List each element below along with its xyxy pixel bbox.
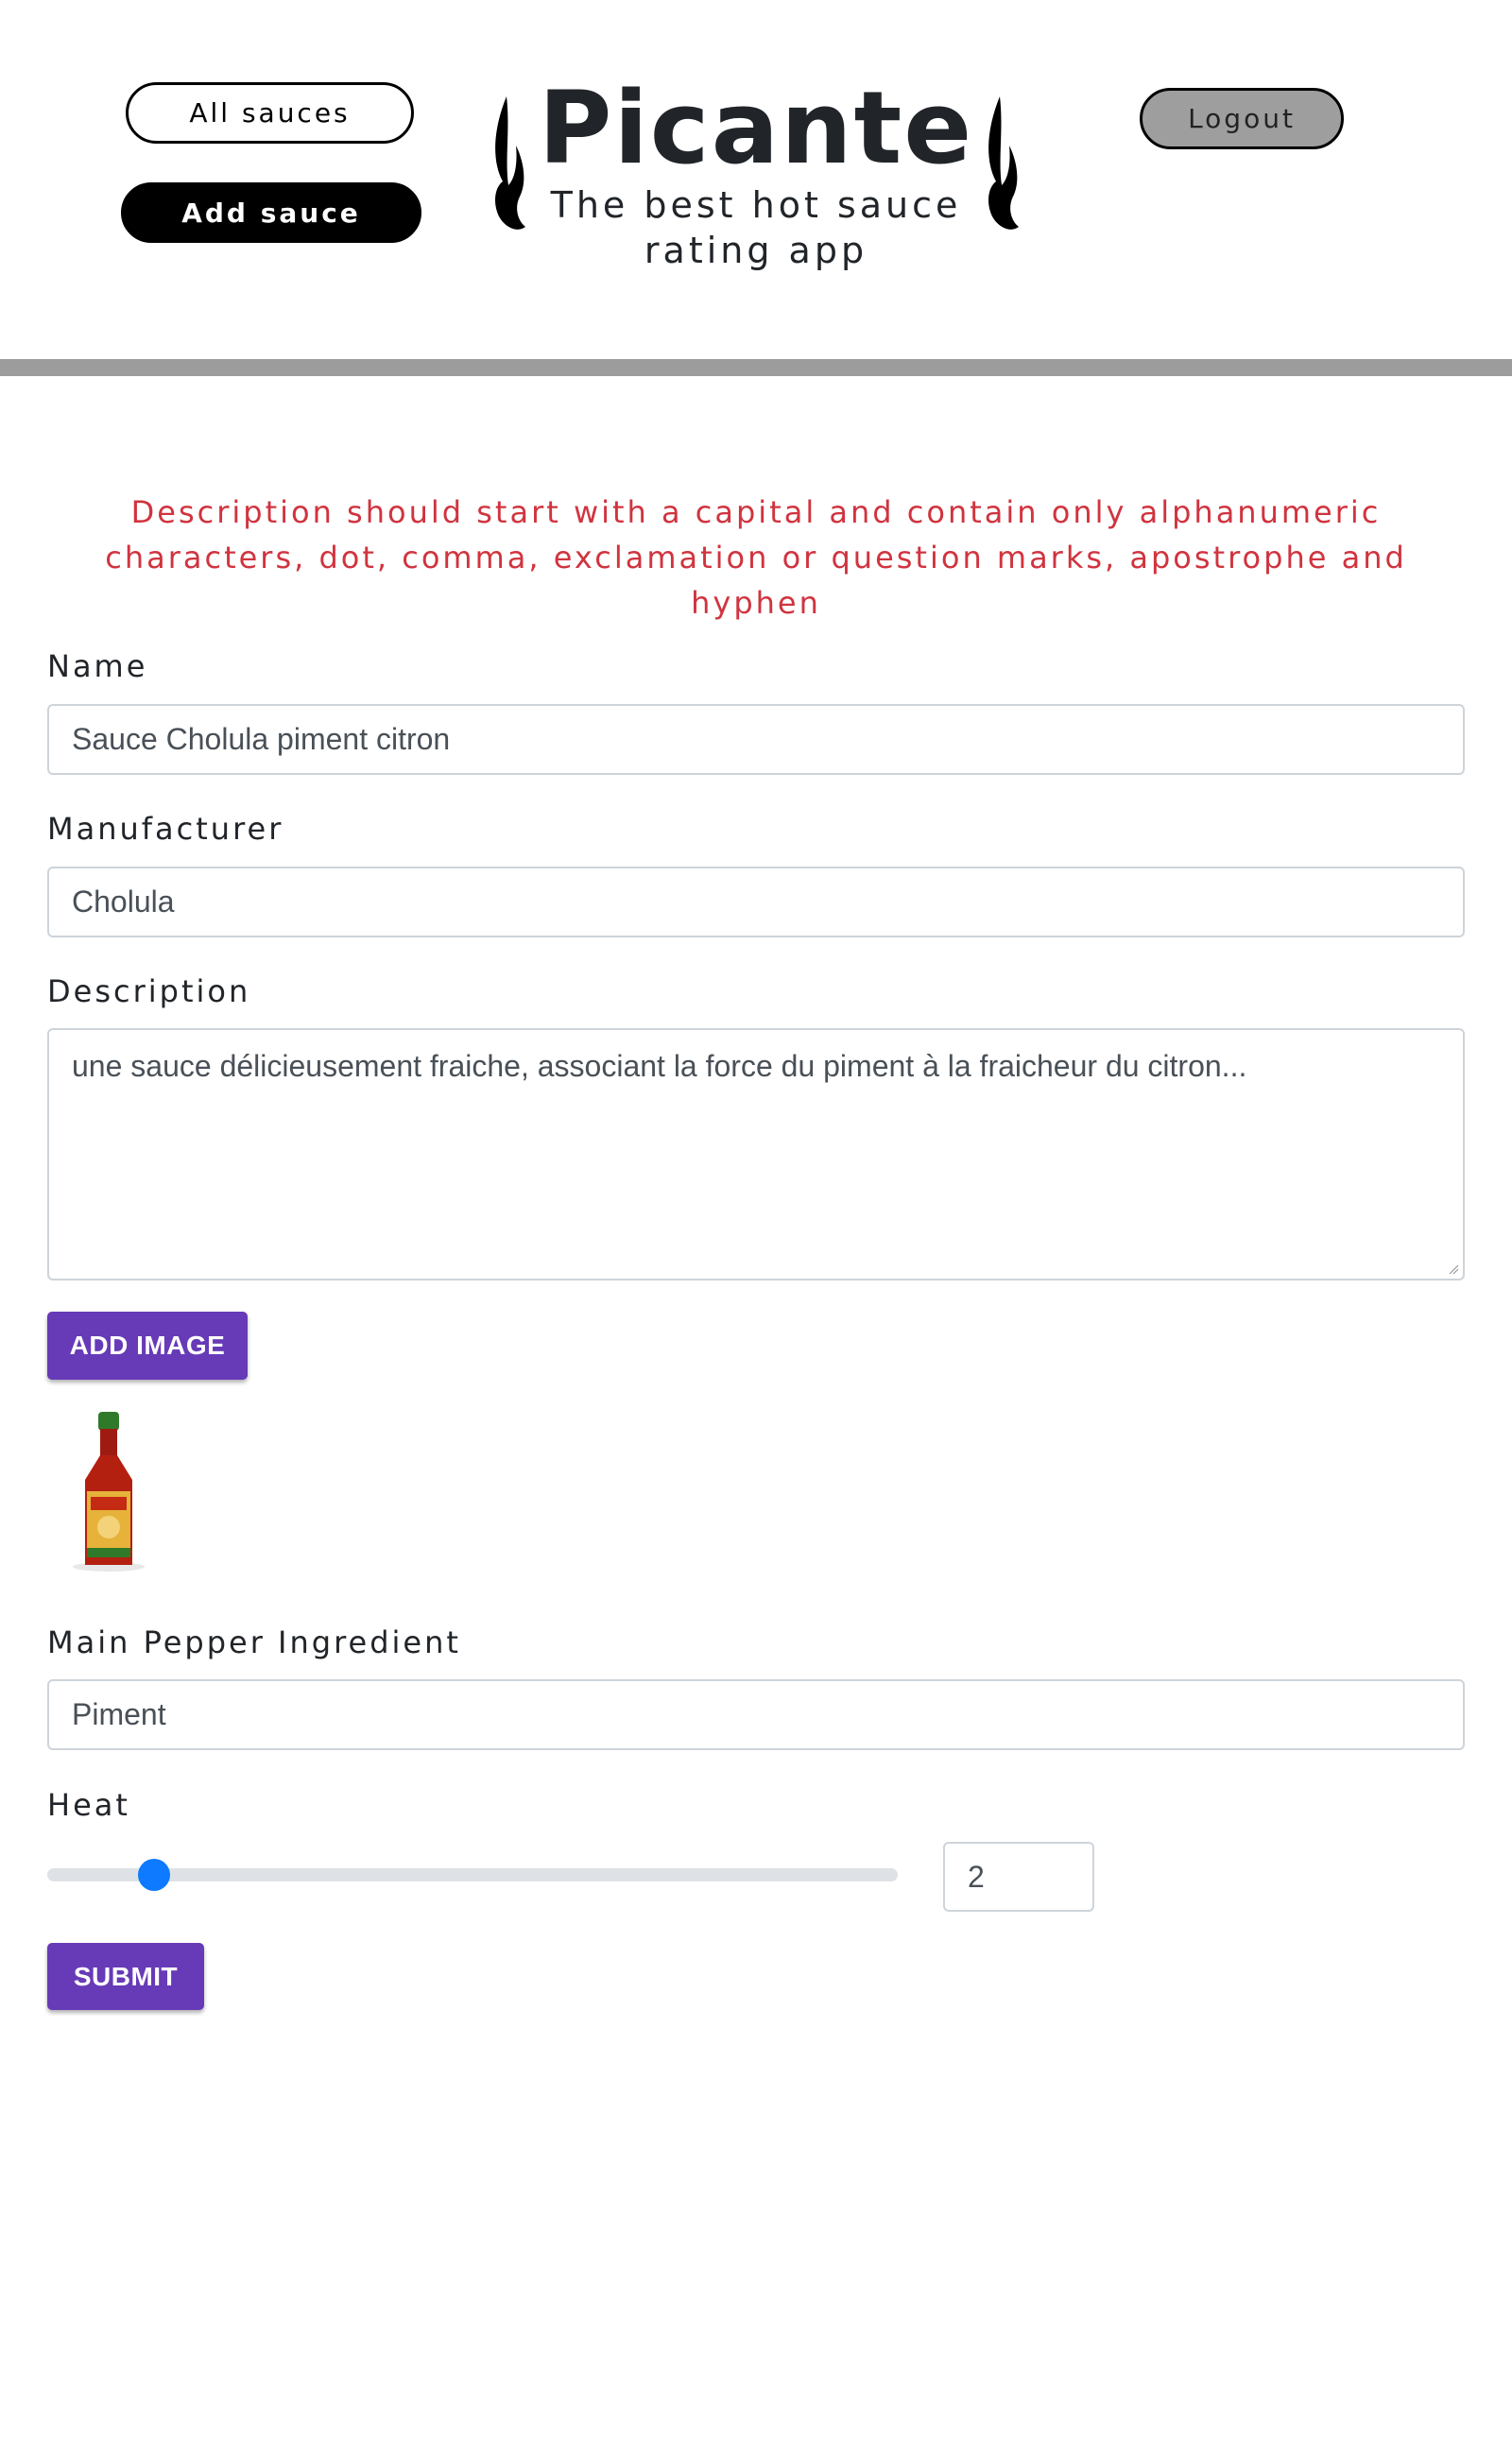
main-pepper-input[interactable]: Piment bbox=[47, 1679, 1465, 1750]
add-image-button[interactable]: ADD IMAGE bbox=[47, 1312, 248, 1380]
heat-number-input[interactable]: 2 bbox=[943, 1842, 1094, 1912]
description-textarea[interactable]: une sauce délicieusement fraiche, associ… bbox=[47, 1028, 1465, 1280]
description-label: Description bbox=[47, 973, 251, 1009]
main-pepper-label: Main Pepper Ingredient bbox=[47, 1624, 461, 1660]
validation-error-message: Description should start with a capital … bbox=[105, 494, 1407, 621]
description-text: une sauce délicieusement fraiche, associ… bbox=[72, 1049, 1247, 1083]
flame-icon bbox=[495, 96, 525, 230]
brand-title: Picante bbox=[538, 70, 974, 186]
submit-button[interactable]: SUBMIT bbox=[47, 1943, 204, 2010]
name-label: Name bbox=[47, 648, 148, 684]
heat-label: Heat bbox=[47, 1787, 130, 1823]
name-input[interactable]: Sauce Cholula piment citron bbox=[47, 704, 1465, 775]
brand-subtitle-line-2: rating app bbox=[644, 230, 868, 271]
heat-slider[interactable] bbox=[47, 1859, 898, 1891]
resize-handle-icon[interactable] bbox=[1448, 1263, 1459, 1275]
hot-sauce-bottle-image bbox=[73, 1412, 145, 1572]
manufacturer-label: Manufacturer bbox=[47, 811, 284, 847]
header-divider bbox=[0, 359, 1512, 376]
app-header: All sauces Add sauce Picante The best ho… bbox=[0, 0, 1512, 359]
manufacturer-input[interactable]: Cholula bbox=[47, 867, 1465, 937]
all-sauces-button[interactable]: All sauces bbox=[126, 82, 414, 144]
flame-icon bbox=[988, 96, 1019, 230]
brand-subtitle: The best hot sauce rating app bbox=[529, 182, 983, 273]
logout-button[interactable]: Logout bbox=[1140, 88, 1344, 149]
heat-slider-thumb[interactable] bbox=[138, 1859, 171, 1891]
add-sauce-button[interactable]: Add sauce bbox=[121, 182, 421, 243]
brand-subtitle-line-1: The best hot sauce bbox=[550, 184, 962, 226]
